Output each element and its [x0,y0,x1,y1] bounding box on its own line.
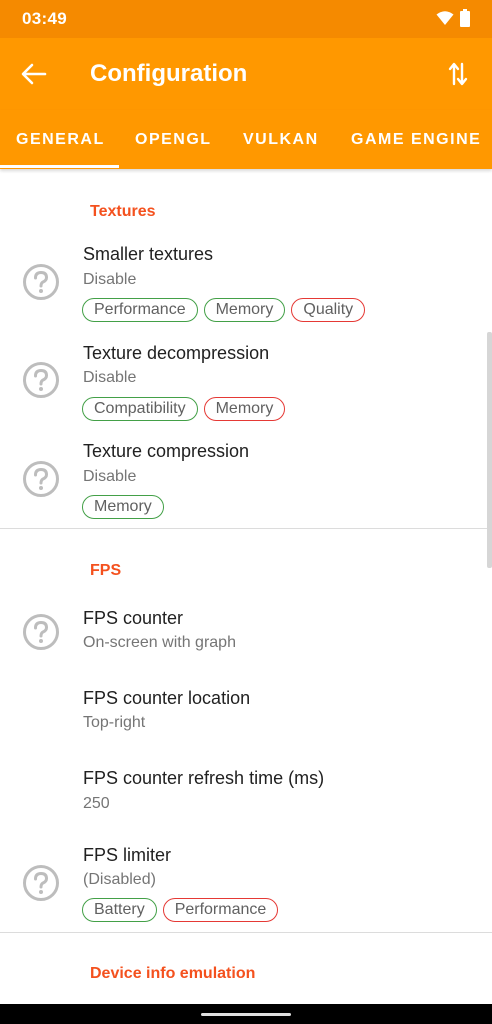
help-circle-icon[interactable] [22,864,60,902]
page-title: Configuration [90,60,248,87]
help-circle-icon[interactable] [22,613,60,651]
setting-title: Texture compression [83,441,250,461]
tag-performance: Performance [162,898,279,922]
section-header-fps: FPS [90,562,122,579]
status-icons [436,9,470,27]
tag-list: Memory [82,495,164,519]
setting-title: FPS counter [83,608,184,628]
setting-value: Disable [83,271,137,288]
setting-title: FPS counter refresh time (ms) [83,768,325,788]
status-bar: 03:49 [0,0,492,38]
arrow-back-icon [21,63,47,85]
tag-memory: Memory [203,397,286,421]
tab-bar: GENERAL OPENGL VULKAN GAME ENGINE [0,110,492,169]
setting-value: 250 [83,795,110,812]
swap-vertical-icon [448,62,468,86]
section-header-textures: Textures [90,203,156,220]
setting-value: On-screen with graph [83,634,236,651]
setting-value: (Disabled) [83,871,156,888]
tag-memory: Memory [82,495,164,519]
setting-value: Disable [83,468,137,485]
tab-opengl[interactable]: OPENGL [135,110,212,169]
setting-value: Disable [83,369,137,386]
sort-button[interactable] [440,56,476,92]
battery-icon [460,9,470,27]
scrollbar[interactable] [487,332,492,568]
setting-title: Smaller textures [83,244,214,264]
tag-list: Battery Performance [82,898,279,922]
navigation-bar [0,1004,492,1024]
setting-title: FPS limiter [83,845,172,865]
tab-indicator [0,165,119,168]
status-time: 03:49 [22,9,67,28]
setting-title: Texture decompression [83,343,270,363]
section-header-device-info-emulation: Device info emulation [90,965,256,982]
tag-performance: Performance [82,298,198,322]
section-divider [0,932,492,933]
help-circle-icon[interactable] [22,361,60,399]
back-button[interactable] [16,56,52,92]
setting-title: FPS counter location [83,688,251,708]
tab-vulkan[interactable]: VULKAN [243,110,319,169]
wifi-icon [436,11,454,25]
tag-compatibility: Compatibility [82,397,198,421]
section-divider [0,528,492,529]
tag-battery: Battery [82,898,157,922]
app-bar: Configuration [0,38,492,110]
tab-game-engine[interactable]: GAME ENGINE [351,110,481,169]
tab-general[interactable]: GENERAL [16,110,105,169]
settings-list[interactable]: Textures Smaller textures Disable Perfor… [0,170,492,1004]
help-circle-icon[interactable] [22,263,60,301]
tag-memory: Memory [203,298,286,322]
setting-value: Top-right [83,714,146,731]
tag-quality: Quality [291,298,366,322]
tag-list: Performance Memory Quality [82,298,366,322]
home-handle[interactable] [201,1013,291,1016]
tag-list: Compatibility Memory [82,397,286,421]
help-circle-icon[interactable] [22,460,60,498]
